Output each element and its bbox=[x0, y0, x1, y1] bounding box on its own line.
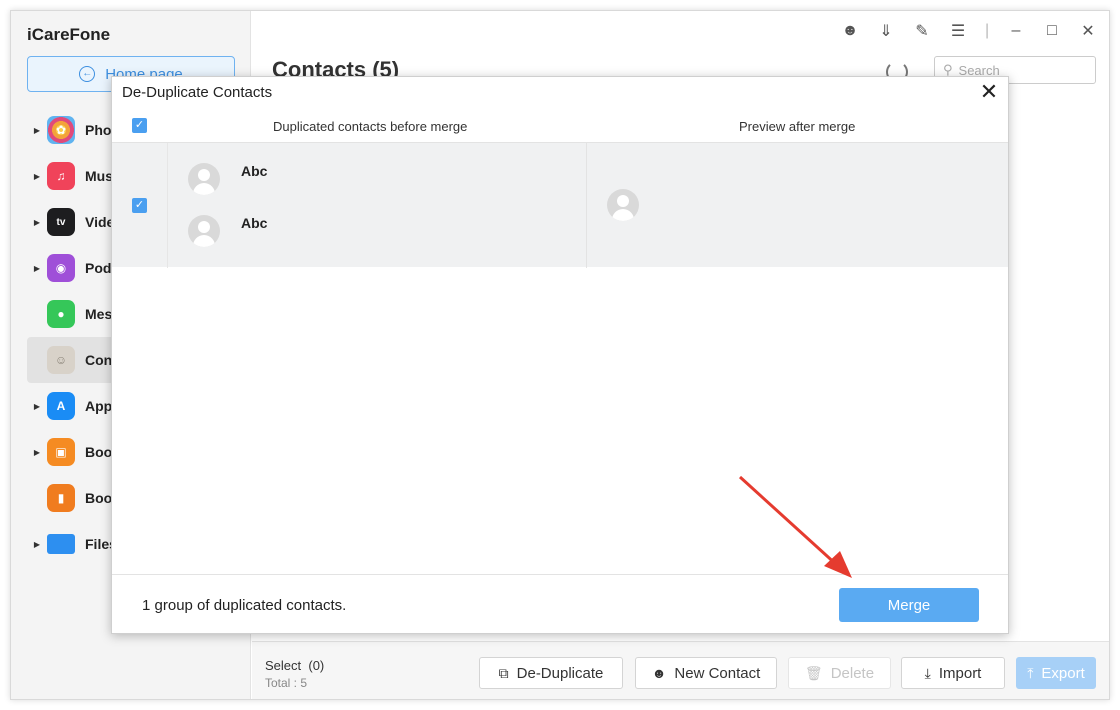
annotation-arrow bbox=[738, 475, 852, 578]
